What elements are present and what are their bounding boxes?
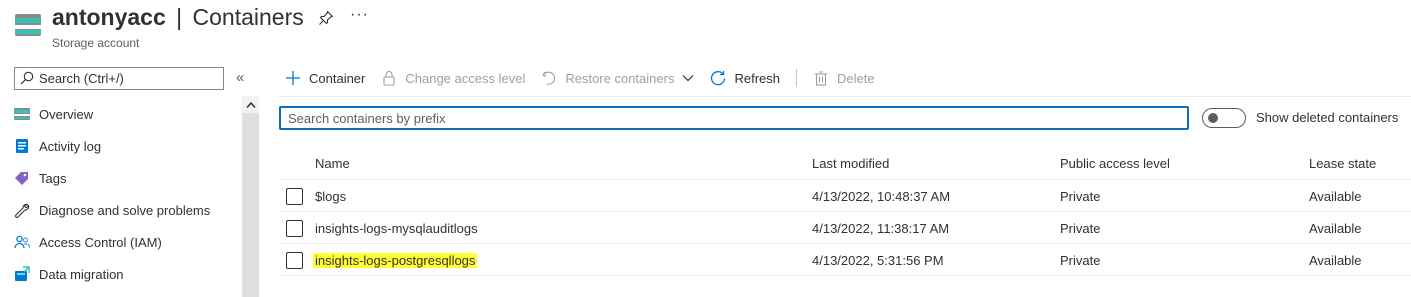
container-name-link[interactable]: insights-logs-mysqlauditlogs	[315, 221, 478, 236]
page-title: antonyacc | Containers	[52, 4, 304, 31]
sidebar-item-tags[interactable]: Tags	[0, 162, 240, 194]
row-checkbox[interactable]	[286, 188, 303, 205]
table-row[interactable]: insights-logs-mysqlauditlogs 4/13/2022, …	[279, 212, 1411, 244]
plus-icon	[286, 71, 300, 85]
data-migration-icon	[15, 266, 30, 281]
row-checkbox[interactable]	[286, 220, 303, 237]
blade-name: Containers	[192, 4, 304, 30]
sidebar-search-input[interactable]	[39, 70, 219, 87]
sidebar-item-data-migration[interactable]: Data migration	[0, 258, 240, 290]
sidebar-item-iam[interactable]: Access Control (IAM)	[0, 226, 240, 258]
column-header-name[interactable]: Name	[315, 156, 350, 171]
add-container-button[interactable]: Container	[285, 64, 365, 92]
public-access-cell: Private	[1060, 189, 1101, 204]
trash-icon	[815, 71, 827, 86]
sidebar-item-label: Tags	[39, 170, 67, 186]
delete-label: Delete	[837, 70, 875, 86]
command-bar: Container Change access level Restore co…	[285, 64, 891, 92]
lease-state-cell: Available	[1309, 253, 1362, 268]
lease-state-cell: Available	[1309, 189, 1362, 204]
resource-type: Storage account	[52, 36, 140, 50]
tag-icon	[15, 172, 28, 185]
sidebar-search[interactable]	[14, 67, 224, 90]
show-deleted-toggle[interactable]	[1202, 108, 1246, 128]
wrench-icon	[15, 203, 30, 218]
sidebar-item-label: Diagnose and solve problems	[39, 202, 211, 218]
search-icon	[20, 71, 34, 85]
table-header: Name Last modified Public access level L…	[279, 148, 1411, 180]
container-search-input[interactable]	[281, 108, 1187, 128]
page-header: antonyacc | Containers Storage account ·…	[0, 0, 1411, 58]
sidebar-item-diagnose[interactable]: Diagnose and solve problems	[0, 194, 240, 226]
public-access-cell: Private	[1060, 221, 1101, 236]
sidebar-item-activity-log[interactable]: Activity log	[0, 130, 240, 162]
sidebar-item-label: Access Control (IAM)	[39, 234, 162, 250]
activity-log-icon	[16, 139, 28, 153]
container-search-box[interactable]	[279, 106, 1189, 130]
refresh-button[interactable]: Refresh	[710, 64, 780, 92]
refresh-icon	[711, 71, 726, 86]
sidebar-item-overview[interactable]: Overview	[0, 98, 240, 130]
undo-icon	[542, 71, 556, 85]
lease-state-cell: Available	[1309, 221, 1362, 236]
sidebar-item-label: Overview	[39, 106, 94, 122]
toggle-knob	[1208, 113, 1218, 123]
row-checkbox[interactable]	[286, 252, 303, 269]
scroll-up-button[interactable]	[242, 96, 259, 113]
table-row[interactable]: $logs 4/13/2022, 10:48:37 AM Private Ava…	[279, 180, 1411, 212]
toolbar-divider-line	[278, 96, 1411, 97]
pin-icon[interactable]	[318, 10, 334, 26]
last-modified-cell: 4/13/2022, 10:48:37 AM	[812, 189, 951, 204]
sidebar-item-label: Data migration	[39, 266, 124, 282]
collapse-sidebar-icon[interactable]: «	[236, 69, 244, 86]
last-modified-cell: 4/13/2022, 5:31:56 PM	[812, 253, 944, 268]
containers-table: Name Last modified Public access level L…	[279, 148, 1411, 276]
lock-icon	[383, 71, 395, 86]
container-name-link[interactable]: $logs	[315, 189, 346, 204]
storage-overview-icon	[14, 108, 30, 120]
people-icon	[14, 235, 30, 249]
show-deleted-label: Show deleted containers	[1256, 110, 1399, 125]
public-access-cell: Private	[1060, 253, 1101, 268]
account-name: antonyacc	[52, 4, 166, 30]
chevron-up-icon	[245, 101, 256, 108]
more-options-icon[interactable]: ···	[350, 6, 369, 24]
change-access-level-button[interactable]: Change access level	[381, 64, 525, 92]
sidebar-item-label: Activity log	[39, 138, 102, 154]
toolbar-divider	[796, 69, 797, 87]
storage-account-icon	[15, 14, 41, 36]
sidebar-scrollbar[interactable]	[242, 96, 259, 297]
title-separator: |	[176, 4, 183, 30]
sidebar-nav: Overview Activity log Tags Diagnose and …	[0, 98, 240, 290]
table-row[interactable]: insights-logs-postgresqllogs 4/13/2022, …	[279, 244, 1411, 276]
container-name-link[interactable]: insights-logs-postgresqllogs	[313, 253, 478, 268]
last-modified-cell: 4/13/2022, 11:38:17 AM	[812, 221, 950, 236]
refresh-label: Refresh	[734, 70, 780, 86]
column-header-last-modified[interactable]: Last modified	[812, 156, 889, 171]
restore-containers-button[interactable]: Restore containers	[541, 64, 694, 92]
restore-containers-label: Restore containers	[565, 70, 675, 86]
chevron-down-icon[interactable]	[682, 74, 694, 82]
column-header-public-access[interactable]: Public access level	[1060, 156, 1170, 171]
delete-button[interactable]: Delete	[813, 64, 875, 92]
add-container-label: Container	[309, 70, 366, 86]
column-header-lease-state[interactable]: Lease state	[1309, 156, 1376, 171]
change-access-level-label: Change access level	[405, 70, 526, 86]
